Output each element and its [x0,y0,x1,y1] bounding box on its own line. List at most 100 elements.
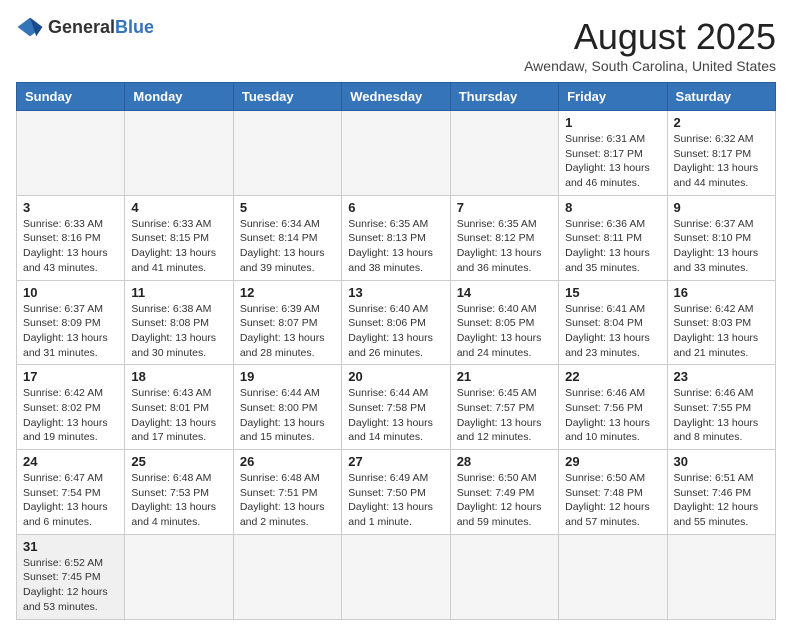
day-number: 20 [348,369,443,384]
calendar-day-cell: 6Sunrise: 6:35 AM Sunset: 8:13 PM Daylig… [342,195,450,280]
calendar-day-cell [450,534,558,619]
day-number: 8 [565,200,660,215]
calendar-day-cell: 8 Sunrise: 6:36 AM Sunset: 8:11 PM Daylig… [559,195,667,280]
logo: GeneralBlue [16,16,154,38]
generalblue-logo-icon [16,16,44,38]
day-info: Sunrise: 6:46 AM Sunset: 7:56 PM Dayligh… [565,386,660,445]
day-info: Sunrise: 6:31 AM Sunset: 8:17 PM Dayligh… [565,132,660,191]
calendar-day-cell: 14Sunrise: 6:40 AM Sunset: 8:05 PM Dayli… [450,280,558,365]
calendar-week-row: 17 Sunrise: 6:42 AM Sunset: 8:02 PM Dayli… [17,365,776,450]
day-number: 25 [131,454,226,469]
calendar-day-cell: 7Sunrise: 6:35 AM Sunset: 8:12 PM Daylig… [450,195,558,280]
calendar-day-cell: 31Sunrise: 6:52 AM Sunset: 7:45 PM Dayli… [17,534,125,619]
calendar-week-row: 31Sunrise: 6:52 AM Sunset: 7:45 PM Dayli… [17,534,776,619]
day-info: Sunrise: 6:43 AM Sunset: 8:01 PM Dayligh… [131,386,226,445]
calendar-week-row: 24Sunrise: 6:47 AM Sunset: 7:54 PM Dayli… [17,450,776,535]
day-info: Sunrise: 6:40 AM Sunset: 8:06 PM Dayligh… [348,302,443,361]
day-number: 28 [457,454,552,469]
page-header: GeneralBlue August 2025 Awendaw, South C… [16,16,776,74]
calendar-day-cell: 22Sunrise: 6:46 AM Sunset: 7:56 PM Dayli… [559,365,667,450]
calendar-day-cell [342,111,450,196]
calendar-day-cell: 27 Sunrise: 6:49 AM Sunset: 7:50 PM Dayli… [342,450,450,535]
day-number: 3 [23,200,118,215]
day-number: 19 [240,369,335,384]
day-number: 27 [348,454,443,469]
weekday-header-row: SundayMondayTuesdayWednesdayThursdayFrid… [17,83,776,111]
calendar-day-cell: 20 Sunrise: 6:44 AM Sunset: 7:58 PM Dayli… [342,365,450,450]
day-number: 13 [348,285,443,300]
day-info: Sunrise: 6:47 AM Sunset: 7:54 PM Dayligh… [23,471,118,530]
calendar-day-cell: 10Sunrise: 6:37 AM Sunset: 8:09 PM Dayli… [17,280,125,365]
day-info: Sunrise: 6:48 AM Sunset: 7:53 PM Dayligh… [131,471,226,530]
day-info: Sunrise: 6:45 AM Sunset: 7:57 PM Dayligh… [457,386,552,445]
logo-text: GeneralBlue [48,17,154,38]
calendar-day-cell [233,534,341,619]
day-info: Sunrise: 6:50 AM Sunset: 7:49 PM Dayligh… [457,471,552,530]
day-info: Sunrise: 6:32 AM Sunset: 8:17 PM Dayligh… [674,132,769,191]
calendar-day-cell: 29 Sunrise: 6:50 AM Sunset: 7:48 PM Dayli… [559,450,667,535]
day-number: 29 [565,454,660,469]
weekday-header-monday: Monday [125,83,233,111]
weekday-header-saturday: Saturday [667,83,775,111]
day-info: Sunrise: 6:33 AM Sunset: 8:15 PM Dayligh… [131,217,226,276]
weekday-header-friday: Friday [559,83,667,111]
calendar-day-cell [125,534,233,619]
day-number: 26 [240,454,335,469]
day-info: Sunrise: 6:35 AM Sunset: 8:12 PM Dayligh… [457,217,552,276]
calendar-week-row: 10Sunrise: 6:37 AM Sunset: 8:09 PM Dayli… [17,280,776,365]
day-info: Sunrise: 6:51 AM Sunset: 7:46 PM Dayligh… [674,471,769,530]
calendar-day-cell: 13 Sunrise: 6:40 AM Sunset: 8:06 PM Dayli… [342,280,450,365]
day-number: 5 [240,200,335,215]
day-info: Sunrise: 6:34 AM Sunset: 8:14 PM Dayligh… [240,217,335,276]
day-info: Sunrise: 6:49 AM Sunset: 7:50 PM Dayligh… [348,471,443,530]
calendar-day-cell: 15 Sunrise: 6:41 AM Sunset: 8:04 PM Dayli… [559,280,667,365]
day-info: Sunrise: 6:46 AM Sunset: 7:55 PM Dayligh… [674,386,769,445]
day-number: 14 [457,285,552,300]
calendar-day-cell: 2Sunrise: 6:32 AM Sunset: 8:17 PM Daylig… [667,111,775,196]
calendar-title-area: August 2025 Awendaw, South Carolina, Uni… [524,16,776,74]
weekday-header-sunday: Sunday [17,83,125,111]
calendar-day-cell [233,111,341,196]
day-info: Sunrise: 6:33 AM Sunset: 8:16 PM Dayligh… [23,217,118,276]
calendar-day-cell: 3 Sunrise: 6:33 AM Sunset: 8:16 PM Daylig… [17,195,125,280]
calendar-day-cell: 16Sunrise: 6:42 AM Sunset: 8:03 PM Dayli… [667,280,775,365]
day-number: 11 [131,285,226,300]
day-number: 9 [674,200,769,215]
calendar-day-cell: 25 Sunrise: 6:48 AM Sunset: 7:53 PM Dayli… [125,450,233,535]
day-info: Sunrise: 6:36 AM Sunset: 8:11 PM Dayligh… [565,217,660,276]
calendar-day-cell: 11 Sunrise: 6:38 AM Sunset: 8:08 PM Dayli… [125,280,233,365]
day-info: Sunrise: 6:52 AM Sunset: 7:45 PM Dayligh… [23,556,118,615]
day-info: Sunrise: 6:41 AM Sunset: 8:04 PM Dayligh… [565,302,660,361]
calendar-day-cell: 9 Sunrise: 6:37 AM Sunset: 8:10 PM Daylig… [667,195,775,280]
day-number: 12 [240,285,335,300]
calendar-week-row: 1Sunrise: 6:31 AM Sunset: 8:17 PM Daylig… [17,111,776,196]
calendar-table: SundayMondayTuesdayWednesdayThursdayFrid… [16,82,776,620]
calendar-day-cell [125,111,233,196]
calendar-day-cell: 5 Sunrise: 6:34 AM Sunset: 8:14 PM Daylig… [233,195,341,280]
day-number: 21 [457,369,552,384]
location-subtitle: Awendaw, South Carolina, United States [524,58,776,74]
calendar-week-row: 3 Sunrise: 6:33 AM Sunset: 8:16 PM Daylig… [17,195,776,280]
weekday-header-wednesday: Wednesday [342,83,450,111]
calendar-day-cell: 24Sunrise: 6:47 AM Sunset: 7:54 PM Dayli… [17,450,125,535]
calendar-day-cell [342,534,450,619]
calendar-day-cell [17,111,125,196]
day-info: Sunrise: 6:44 AM Sunset: 7:58 PM Dayligh… [348,386,443,445]
day-info: Sunrise: 6:39 AM Sunset: 8:07 PM Dayligh… [240,302,335,361]
calendar-day-cell: 12 Sunrise: 6:39 AM Sunset: 8:07 PM Dayli… [233,280,341,365]
calendar-day-cell [667,534,775,619]
calendar-day-cell: 19Sunrise: 6:44 AM Sunset: 8:00 PM Dayli… [233,365,341,450]
day-info: Sunrise: 6:42 AM Sunset: 8:02 PM Dayligh… [23,386,118,445]
day-number: 15 [565,285,660,300]
day-number: 16 [674,285,769,300]
day-info: Sunrise: 6:37 AM Sunset: 8:10 PM Dayligh… [674,217,769,276]
day-number: 30 [674,454,769,469]
day-info: Sunrise: 6:50 AM Sunset: 7:48 PM Dayligh… [565,471,660,530]
calendar-day-cell: 30 Sunrise: 6:51 AM Sunset: 7:46 PM Dayli… [667,450,775,535]
day-number: 4 [131,200,226,215]
day-number: 18 [131,369,226,384]
calendar-day-cell: 1Sunrise: 6:31 AM Sunset: 8:17 PM Daylig… [559,111,667,196]
day-info: Sunrise: 6:38 AM Sunset: 8:08 PM Dayligh… [131,302,226,361]
day-info: Sunrise: 6:37 AM Sunset: 8:09 PM Dayligh… [23,302,118,361]
day-number: 17 [23,369,118,384]
